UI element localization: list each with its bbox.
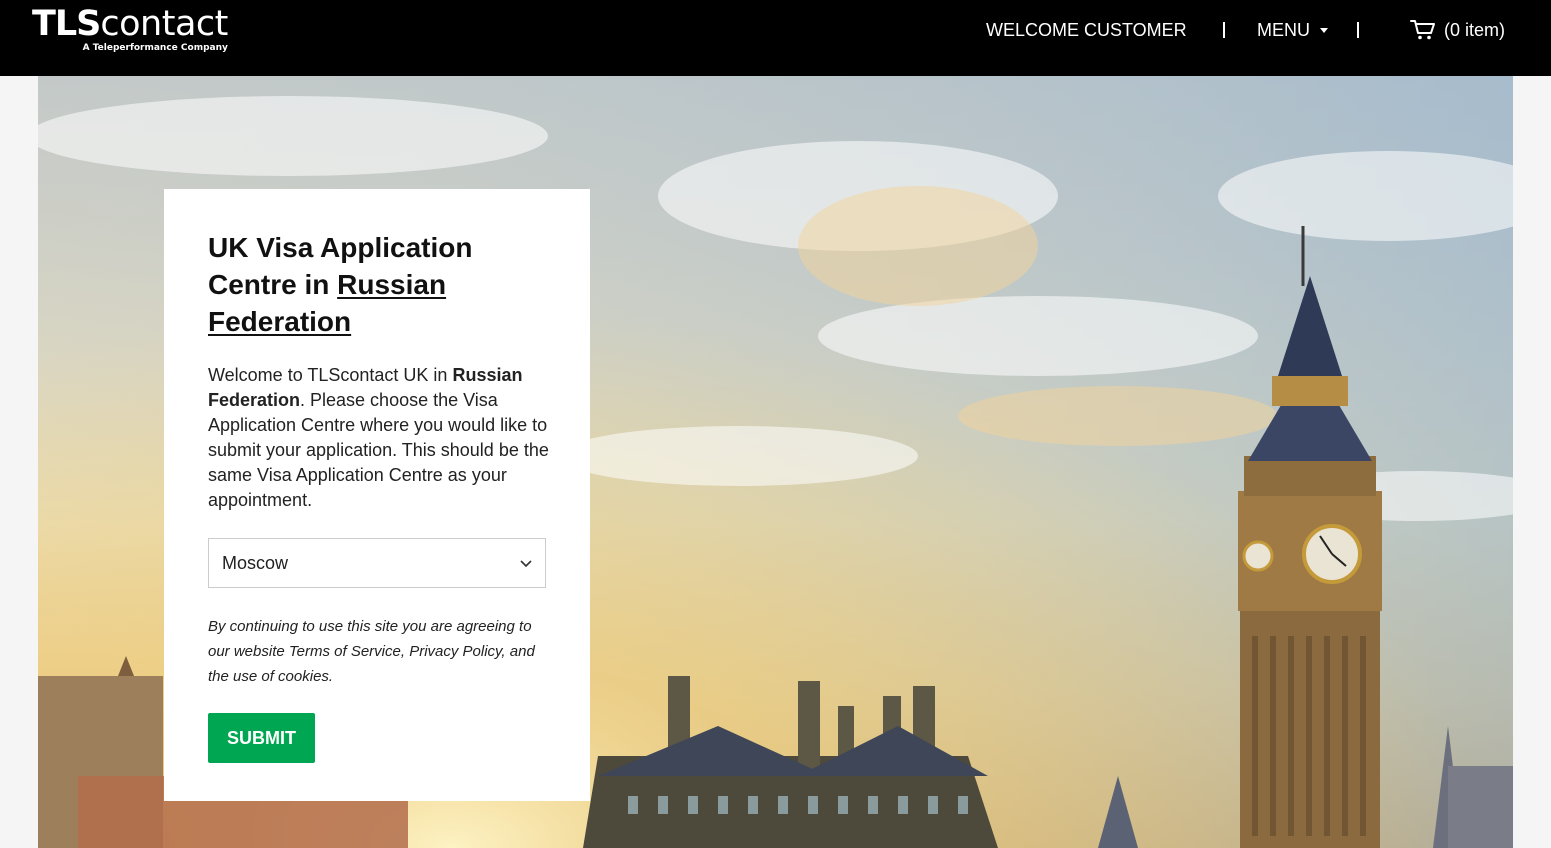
page-title: UK Visa Application Centre in Russian Fe… bbox=[208, 229, 538, 340]
title-prefix: Centre in bbox=[208, 269, 338, 300]
intro-prefix: Welcome to TLScontact UK in bbox=[208, 365, 453, 385]
welcome-customer-link[interactable]: WELCOME CUSTOMER bbox=[986, 0, 1187, 60]
vac-select-value: Moscow bbox=[222, 552, 289, 573]
title-line-1: UK Visa Application bbox=[208, 232, 473, 263]
tlscontact-logo[interactable]: TLScontact A Teleperformance Company bbox=[32, 4, 228, 53]
cart-icon bbox=[1410, 20, 1435, 40]
welcome-label: WELCOME CUSTOMER bbox=[986, 19, 1187, 40]
logo-bold: TLS bbox=[32, 4, 101, 44]
logo-tagline: A Teleperformance Company bbox=[82, 43, 228, 53]
legal-notice: By continuing to use this site you are a… bbox=[208, 618, 535, 685]
menu-button[interactable]: MENU bbox=[1257, 0, 1328, 60]
logo-wordmark: TLScontact bbox=[32, 4, 228, 44]
nav-separator bbox=[1357, 22, 1359, 38]
submit-button[interactable]: SUBMIT bbox=[208, 713, 315, 763]
site-header: TLScontact A Teleperformance Company WEL… bbox=[0, 0, 1551, 76]
vac-select[interactable]: Moscow bbox=[208, 538, 546, 588]
cart-count: (0 item) bbox=[1444, 19, 1506, 40]
caret-down-icon bbox=[1320, 27, 1328, 33]
nav-separator bbox=[1223, 22, 1225, 38]
menu-label: MENU bbox=[1257, 19, 1310, 40]
chevron-down-icon bbox=[520, 560, 532, 568]
logo-rest: contact bbox=[100, 4, 228, 44]
cart-button[interactable]: (0 item) bbox=[1410, 0, 1505, 60]
intro-text: Welcome to TLScontact UK in Russian Fede… bbox=[208, 363, 553, 513]
vac-selection-card: UK Visa Application Centre in Russian Fe… bbox=[164, 189, 590, 801]
